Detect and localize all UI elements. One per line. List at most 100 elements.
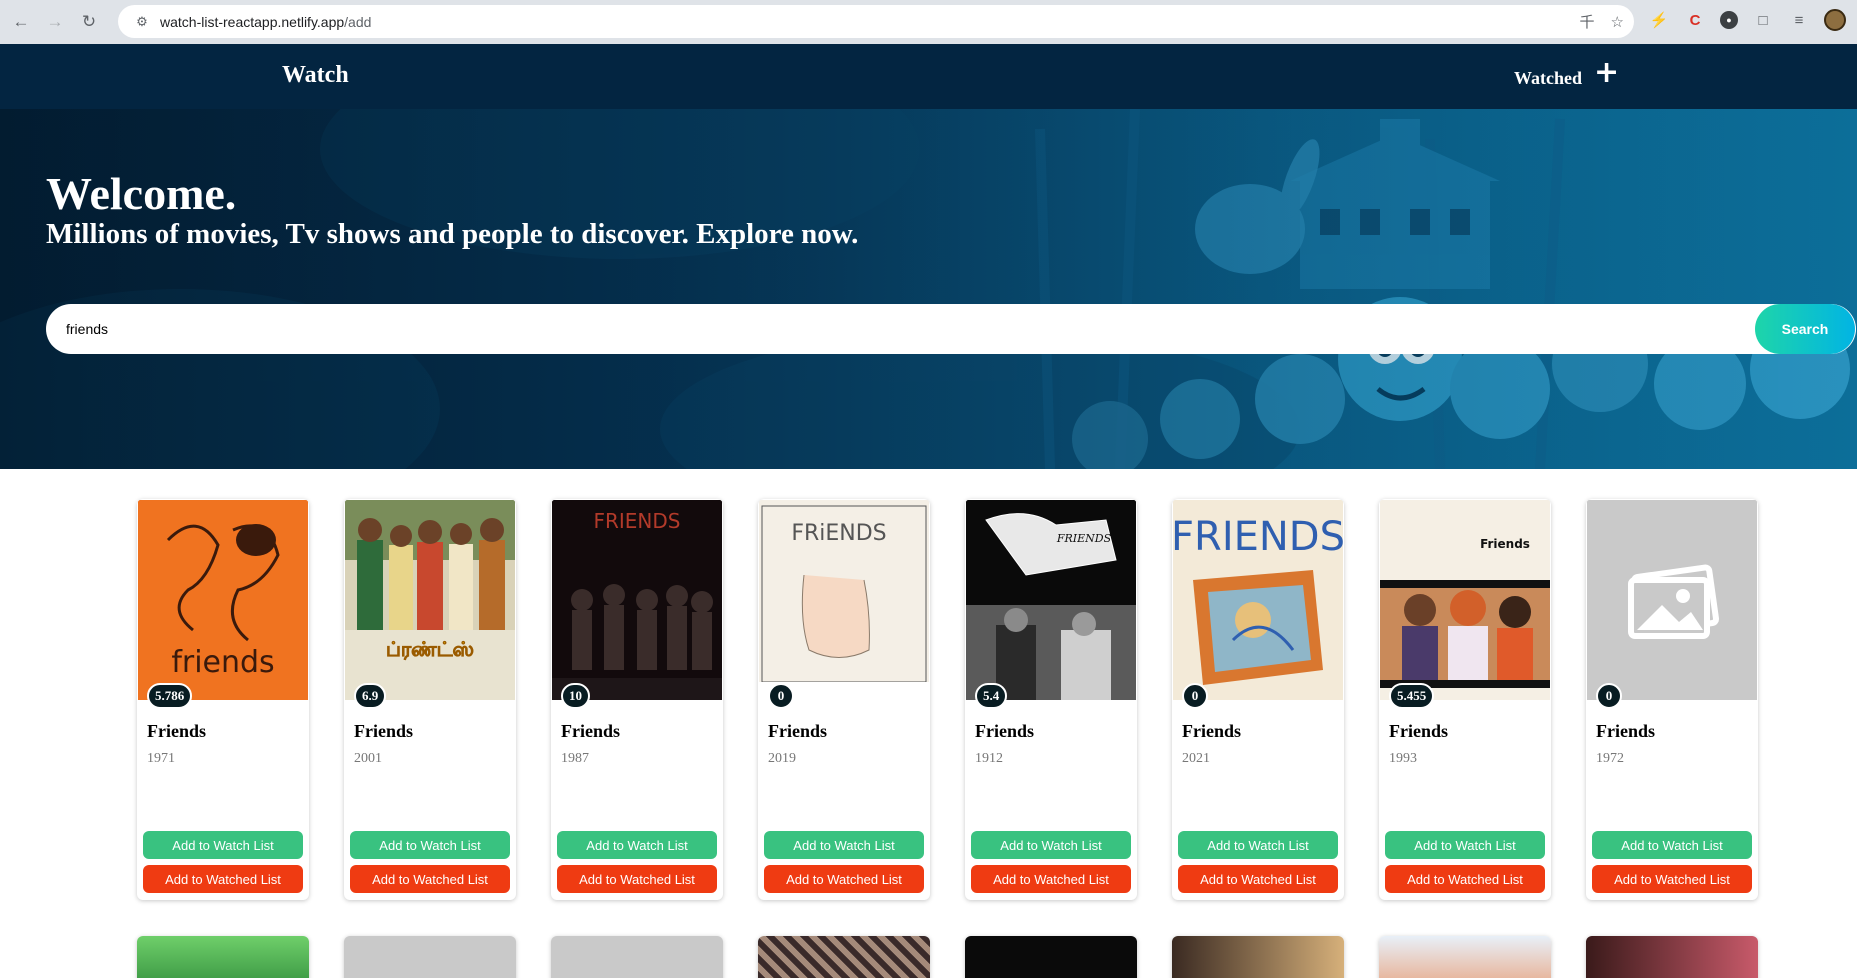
add-to-watched-list-button[interactable]: Add to Watched List [1178, 865, 1338, 893]
forward-icon[interactable]: → [42, 9, 68, 35]
movie-poster[interactable]: friends [138, 500, 308, 700]
movie-card: FRiENDS 0 Friends 2019 Add to Watch List… [758, 499, 930, 900]
movie-card-partial[interactable] [758, 936, 930, 978]
movie-title: Friends [561, 721, 621, 741]
extension-c-icon[interactable]: C [1684, 9, 1706, 31]
add-to-watch-list-button[interactable]: Add to Watch List [1592, 831, 1752, 859]
add-to-watched-list-button[interactable]: Add to Watched List [1385, 865, 1545, 893]
search-form: Search [46, 304, 1856, 354]
movie-card-partial[interactable] [1379, 936, 1551, 978]
add-to-watch-list-button[interactable]: Add to Watch List [1385, 831, 1545, 859]
rating-badge: 5.455 [1389, 683, 1435, 709]
rating-badge: 10 [561, 683, 590, 709]
app-header: Watch Watched + [0, 44, 1857, 109]
add-to-watched-list-button[interactable]: Add to Watched List [557, 865, 717, 893]
add-to-watch-list-button[interactable]: Add to Watch List [971, 831, 1131, 859]
add-to-watched-list-button[interactable]: Add to Watched List [971, 865, 1131, 893]
add-to-watched-list-button[interactable]: Add to Watched List [350, 865, 510, 893]
search-button[interactable]: Search [1755, 304, 1855, 354]
movie-card: FRIENDS 5.4 Friends 1912 Add to Watch Li… [965, 499, 1137, 900]
address-bar[interactable]: ⚙ watch-list-reactapp.netlify.app/add 千 … [118, 5, 1634, 38]
movie-year: 1987 [561, 751, 589, 766]
rating-badge: 0 [1182, 683, 1208, 709]
image-placeholder-icon [1628, 564, 1720, 639]
translate-icon[interactable]: 千 [1580, 11, 1595, 32]
movie-card: FRIENDS 10 Friends 1987 Add to Watch Lis… [551, 499, 723, 900]
movie-year: 1972 [1596, 751, 1624, 766]
extension-bolt-icon[interactable]: ⚡ [1648, 9, 1670, 31]
movie-card-partial[interactable] [965, 936, 1137, 978]
movie-title: Friends [1596, 721, 1656, 741]
nav-add-icon[interactable]: + [1594, 58, 1619, 88]
poster-title-text: FRiENDS [791, 521, 886, 546]
movie-title: Friends [354, 721, 414, 741]
movie-title: Friends [147, 721, 207, 741]
movie-year: 1971 [147, 751, 175, 766]
poster-title-text: friends [171, 645, 274, 680]
movie-poster[interactable]: Friends [1380, 500, 1550, 700]
movie-card: ப்ரண்ட்ஸ் 6.9 Friends 2001 Add to Watch … [344, 499, 516, 900]
movie-year: 1912 [975, 751, 1003, 766]
movie-card-partial[interactable] [1586, 936, 1758, 978]
movie-card: FRIENDS 0 Friends 2021 Add to Watch List… [1172, 499, 1344, 900]
browser-toolbar: ← → ↻ ⚙ watch-list-reactapp.netlify.app/… [0, 0, 1857, 44]
movie-title: Friends [975, 721, 1035, 741]
add-to-watch-list-button[interactable]: Add to Watch List [350, 831, 510, 859]
nav-watched-link[interactable]: Watched [1514, 68, 1582, 89]
url-path: /add [344, 13, 372, 30]
movie-card: friends 5.786 Friends 1971 Add to Watch … [137, 499, 309, 900]
poster-title-text: FRIENDS [1173, 514, 1343, 560]
brand-logo-link[interactable]: Watch [282, 62, 349, 89]
add-to-watch-list-button[interactable]: Add to Watch List [1178, 831, 1338, 859]
site-info-icon[interactable]: ⚙ [132, 12, 152, 32]
add-to-watched-list-button[interactable]: Add to Watched List [764, 865, 924, 893]
profile-avatar[interactable] [1824, 9, 1846, 31]
movie-title: Friends [1389, 721, 1449, 741]
movie-year: 1993 [1389, 751, 1417, 766]
add-to-watch-list-button[interactable]: Add to Watch List [557, 831, 717, 859]
url-host: watch-list-reactapp.netlify.app [160, 13, 345, 30]
rating-badge: 5.4 [975, 683, 1008, 709]
add-to-watched-list-button[interactable]: Add to Watched List [143, 865, 303, 893]
movie-poster[interactable]: FRIENDS [966, 500, 1136, 700]
rating-badge: 0 [1596, 683, 1622, 709]
search-input[interactable] [46, 304, 1856, 354]
reading-list-icon[interactable]: ≡ [1788, 9, 1810, 31]
movie-poster[interactable]: FRIENDS [552, 500, 722, 700]
movie-title: Friends [768, 721, 828, 741]
extensions-puzzle-icon[interactable]: □ [1752, 9, 1774, 31]
add-to-watch-list-button[interactable]: Add to Watch List [764, 831, 924, 859]
movie-year: 2001 [354, 751, 382, 766]
hero-background-illustration [0, 109, 1857, 469]
movie-card: 0 Friends 1972 Add to Watch List Add to … [1586, 499, 1758, 900]
rating-badge: 0 [768, 683, 794, 709]
movie-poster[interactable]: ப்ரண்ட்ஸ் [345, 500, 515, 700]
movie-card-partial[interactable] [1172, 936, 1344, 978]
add-to-watch-list-button[interactable]: Add to Watch List [143, 831, 303, 859]
movie-year: 2019 [768, 751, 796, 766]
poster-title-text: Friends [1480, 537, 1530, 551]
movie-card-partial[interactable] [551, 936, 723, 978]
movie-title: Friends [1182, 721, 1242, 741]
movie-poster[interactable]: FRIENDS [1173, 500, 1343, 700]
movie-card-partial[interactable] [344, 936, 516, 978]
poster-title-text: FRIENDS [1056, 532, 1112, 545]
extension-record-icon[interactable]: ● [1720, 11, 1738, 29]
hero-title: Welcome. [46, 168, 237, 219]
movie-year: 2021 [1182, 751, 1210, 766]
back-icon[interactable]: ← [8, 9, 34, 35]
address-url[interactable]: watch-list-reactapp.netlify.app/add [160, 14, 371, 30]
add-to-watched-list-button[interactable]: Add to Watched List [1592, 865, 1752, 893]
reload-icon[interactable]: ↻ [76, 9, 102, 35]
movie-card-partial[interactable] [137, 936, 309, 978]
hero-subtitle: Millions of movies, Tv shows and people … [46, 218, 859, 250]
hero-banner: Welcome. Millions of movies, Tv shows an… [0, 109, 1857, 469]
poster-title-text: ப்ரண்ட்ஸ் [386, 637, 474, 661]
movie-poster[interactable]: FRiENDS [759, 500, 929, 700]
movie-poster[interactable] [1587, 500, 1757, 700]
rating-badge: 5.786 [147, 683, 193, 709]
bookmark-star-icon[interactable]: ☆ [1611, 13, 1624, 31]
movie-card: Friends 5.455 Friends 1993 Add to Watch … [1379, 499, 1551, 900]
poster-title-text: FRIENDS [594, 509, 681, 533]
rating-badge: 6.9 [354, 683, 387, 709]
